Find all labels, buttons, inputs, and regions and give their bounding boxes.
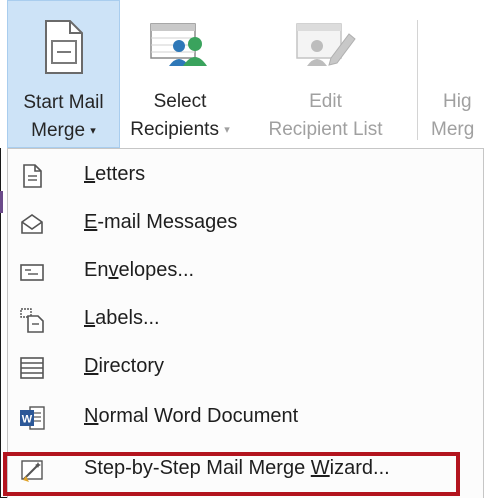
select-recipients-button[interactable]: Select Recipients ▾ (124, 0, 236, 148)
envelope-icon (20, 264, 44, 281)
menu-item-labels[interactable]: Labels... (8, 295, 483, 343)
envelope-open-icon (21, 214, 43, 234)
menu-item-email-label: E-mail Messages (84, 211, 238, 233)
menu-item-envelopes[interactable]: Envelopes... (8, 247, 483, 295)
menu-item-letters-label: Letters (84, 163, 146, 185)
start-mail-merge-label-line1: Start Mail (23, 92, 104, 113)
recipients-icon (150, 23, 207, 66)
start-mail-merge-menu: Letters E-mail Messages Envelopes... Lab… (7, 148, 484, 498)
wizard-highlight-box (3, 452, 460, 496)
highlight-merge-fields-button[interactable]: Hig Merg (428, 0, 485, 148)
letter-document-icon (23, 164, 42, 188)
chevron-down-icon: ▾ (224, 124, 230, 136)
highlight-merge-label-line2: Merg (431, 119, 475, 140)
menu-item-labels-label: Labels... (84, 307, 160, 329)
edit-recipient-list-label-line1: Edit (309, 91, 342, 112)
document-edge-marker (0, 191, 3, 213)
word-document-icon: W (20, 406, 45, 430)
start-mail-merge-button[interactable]: Start Mail Merge ▾ (7, 0, 120, 148)
edit-recipients-icon (295, 23, 356, 66)
menu-item-normal-label: Normal Word Document (84, 405, 299, 427)
edit-recipient-list-button[interactable]: Edit Recipient List (243, 0, 408, 148)
menu-item-normal-word-document[interactable]: W Normal Word Document (8, 393, 483, 441)
mailings-ribbon: Start Mail Merge ▾ Select Recipients ▾ E… (0, 0, 485, 148)
svg-text:W: W (22, 414, 33, 426)
menu-item-envelopes-label: Envelopes... (84, 259, 195, 281)
select-recipients-label-line1: Select (153, 91, 207, 112)
menu-item-email-messages[interactable]: E-mail Messages (8, 199, 483, 247)
highlight-merge-label-line1: Hig (443, 91, 472, 112)
menu-item-letters[interactable]: Letters (8, 151, 483, 199)
labels-icon (20, 308, 44, 333)
directory-list-icon (20, 357, 44, 379)
select-recipients-label-line2: Recipients ▾ (130, 119, 230, 140)
menu-item-directory[interactable]: Directory (8, 343, 483, 391)
ribbon-divider (417, 20, 418, 140)
chevron-down-icon: ▾ (90, 125, 96, 137)
start-mail-merge-icon (44, 20, 83, 74)
menu-item-directory-label: Directory (84, 355, 165, 377)
edit-recipient-list-label-line2: Recipient List (268, 119, 383, 140)
start-mail-merge-label-line2: Merge ▾ (31, 120, 96, 141)
